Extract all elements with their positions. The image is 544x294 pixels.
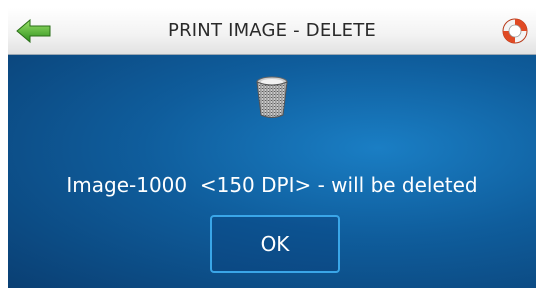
help-button[interactable] — [500, 16, 530, 46]
delete-confirmation-message: Image-1000 <150 DPI> - will be deleted — [66, 173, 478, 197]
ok-button[interactable]: OK — [210, 215, 340, 273]
lifebuoy-icon — [502, 18, 528, 44]
back-button[interactable] — [16, 18, 52, 44]
back-arrow-icon — [16, 18, 51, 44]
dialog-area: Image-1000 <150 DPI> - will be deleted O… — [8, 55, 536, 288]
title-bar: PRINT IMAGE - DELETE — [8, 8, 536, 55]
page-title: PRINT IMAGE - DELETE — [168, 20, 376, 41]
trash-bin-icon — [256, 76, 288, 118]
app-frame: PRINT IMAGE - DELETE Image-1000 <150 DPI… — [8, 8, 536, 288]
